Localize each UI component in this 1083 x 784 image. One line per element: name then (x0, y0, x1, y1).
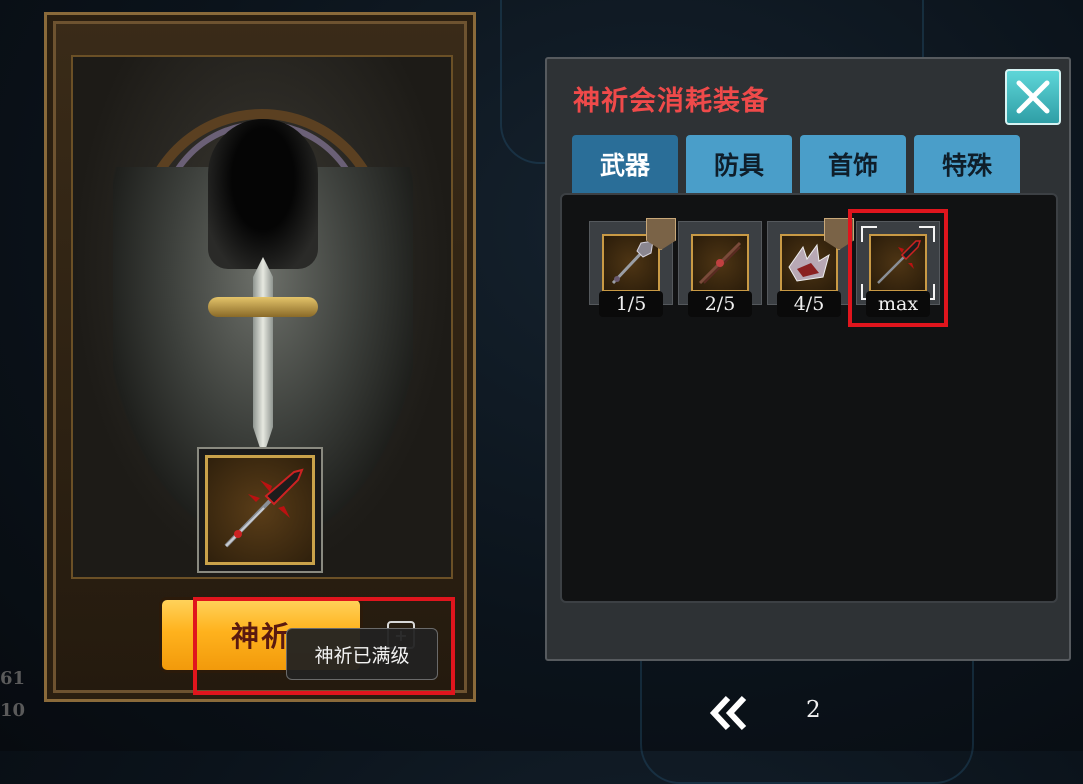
page-number: 2 (806, 697, 821, 723)
close-button[interactable] (1005, 69, 1061, 125)
staff-icon (691, 234, 749, 292)
back-double-chevron-button[interactable] (706, 692, 750, 734)
tab-jewelry[interactable]: 首饰 (800, 135, 906, 193)
tab-armor[interactable]: 防具 (686, 135, 792, 193)
tab-label: 防具 (713, 151, 764, 180)
tab-label: 武器 (599, 151, 650, 180)
spear-icon (205, 455, 315, 565)
consume-equipment-panel: 神祈会消耗装备 武器 防具 首饰 特殊 1/5 2/5 4/5 max (545, 57, 1071, 661)
side-stat-value: 61 (0, 668, 26, 689)
side-stat-value: 10 (0, 700, 26, 721)
item-level: max (866, 291, 930, 317)
pray-button-label: 神祈 (230, 620, 291, 653)
double-chevron-left-icon (709, 695, 747, 731)
deity-sword (253, 257, 273, 457)
tab-weapon[interactable]: 武器 (572, 135, 678, 193)
panel-title: 神祈会消耗装备 (573, 86, 769, 117)
close-icon (1016, 80, 1050, 114)
equipment-list: 1/5 2/5 4/5 max (560, 193, 1058, 603)
max-level-tooltip: 神祈已满级 (286, 628, 438, 680)
tooltip-text: 神祈已满级 (314, 644, 410, 667)
selection-corner (861, 226, 877, 242)
item-level: 2/5 (688, 291, 752, 317)
tab-special[interactable]: 特殊 (914, 135, 1020, 193)
shrine-card: 神祈 + (44, 12, 476, 702)
deity-sword-guard (208, 297, 318, 317)
item-level: 1/5 (599, 291, 663, 317)
tab-label: 首饰 (827, 151, 878, 180)
deity-hood (208, 119, 318, 269)
equipped-item-slot[interactable] (197, 447, 323, 573)
tab-label: 特殊 (941, 151, 992, 180)
selection-corner (919, 226, 935, 242)
item-level: 4/5 (777, 291, 841, 317)
